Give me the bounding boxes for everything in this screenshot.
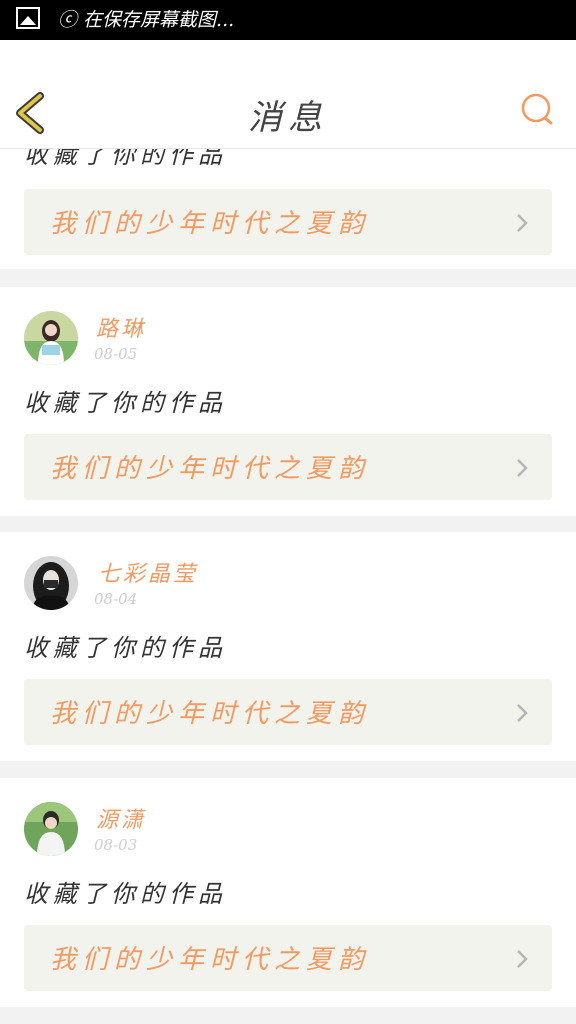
search-button[interactable] <box>520 92 556 128</box>
user-avatar-image <box>24 802 78 856</box>
status-bar: ⓒ 在保存屏幕截图... <box>0 0 576 40</box>
list-item: 路琳 08-05 收藏了你的作品 我们的少年时代之夏韵 <box>0 287 576 516</box>
message-action-text: 收藏了你的作品 <box>24 634 227 662</box>
message-action-text: 收藏了你的作品 <box>24 149 227 169</box>
list-item: 收藏了你的作品 我们的少年时代之夏韵 <box>0 149 576 269</box>
message-action-text: 收藏了你的作品 <box>24 880 227 908</box>
status-bar-text: ⓒ 在保存屏幕截图... <box>58 9 235 31</box>
user-avatar-image <box>24 311 78 365</box>
list-item: 七彩晶莹 08-04 收藏了你的作品 我们的少年时代之夏韵 <box>0 532 576 761</box>
user-avatar-image <box>24 556 78 610</box>
message-list[interactable]: 收藏了你的作品 我们的少年时代之夏韵 路琳 08-05 收藏了你的作品 我们的少… <box>0 149 576 1024</box>
message-date: 08-04 <box>94 590 138 608</box>
message-date: 08-05 <box>94 345 138 363</box>
user-name[interactable]: 七彩晶莹 <box>98 556 198 588</box>
page-title: 消息 <box>248 98 328 138</box>
work-link[interactable]: 我们的少年时代之夏韵 <box>24 189 552 255</box>
search-icon <box>521 93 553 125</box>
work-title: 我们的少年时代之夏韵 <box>50 945 371 975</box>
message-action-text: 收藏了你的作品 <box>24 389 227 417</box>
work-title: 我们的少年时代之夏韵 <box>50 699 371 729</box>
work-link[interactable]: 我们的少年时代之夏韵 <box>24 925 552 991</box>
user-name[interactable]: 路琳 <box>96 311 146 343</box>
avatar[interactable] <box>24 311 78 365</box>
chevron-right-icon <box>517 214 528 232</box>
avatar[interactable] <box>24 802 78 856</box>
work-title: 我们的少年时代之夏韵 <box>50 209 371 239</box>
list-item: 源潇 08-03 收藏了你的作品 我们的少年时代之夏韵 <box>0 778 576 1007</box>
work-title: 我们的少年时代之夏韵 <box>50 454 371 484</box>
app-header: 消息 <box>0 40 576 149</box>
work-link[interactable]: 我们的少年时代之夏韵 <box>24 434 552 500</box>
image-icon <box>16 7 40 29</box>
chevron-right-icon <box>517 459 528 477</box>
work-link[interactable]: 我们的少年时代之夏韵 <box>24 679 552 745</box>
chevron-right-icon <box>517 704 528 722</box>
message-date: 08-03 <box>94 836 138 854</box>
chevron-right-icon <box>517 950 528 968</box>
user-name[interactable]: 源潇 <box>96 802 146 834</box>
avatar[interactable] <box>24 556 78 610</box>
